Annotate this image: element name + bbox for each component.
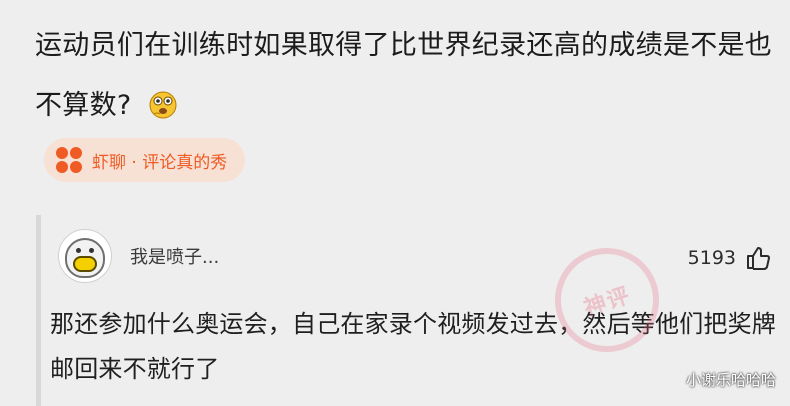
- avatar-right-eye: [89, 248, 94, 253]
- featured-comment-stamp-text: 神评: [581, 283, 635, 322]
- question-text: 运动员们在训练时如果取得了比世界纪录还高的成绩是不是也不算数?: [35, 30, 773, 121]
- xialiao-logo-icon: [56, 147, 82, 173]
- thinking-face-emoji-icon: [148, 82, 178, 119]
- comment-quote-bar: [36, 215, 41, 406]
- topic-tag-label: 虾聊 · 评论真的秀: [92, 152, 228, 173]
- comment-header: 我是喷子... 5193: [50, 220, 780, 292]
- like-count: 5193: [687, 247, 736, 269]
- comment-text: 那还参加什么奥运会，自己在家录个视频发过去，然后等他们把奖牌邮回来不就行了: [50, 310, 776, 383]
- comment-username[interactable]: 我是喷子...: [130, 243, 219, 269]
- watermark: 小谢乐哈哈哈: [685, 371, 776, 389]
- avatar[interactable]: [58, 229, 112, 283]
- like-button[interactable]: 5193: [688, 244, 772, 272]
- avatar-mouth: [73, 256, 97, 272]
- thumb-up-icon: [744, 244, 772, 272]
- top-comment: 我是喷子... 5193 那还参加什么奥运会，自己在家录个视频发过去，然后等他们…: [50, 220, 780, 392]
- avatar-left-eye: [76, 248, 81, 253]
- question-title: 运动员们在训练时如果取得了比世界纪录还高的成绩是不是也不算数?: [35, 16, 780, 136]
- topic-tag[interactable]: 虾聊 · 评论真的秀: [44, 138, 246, 182]
